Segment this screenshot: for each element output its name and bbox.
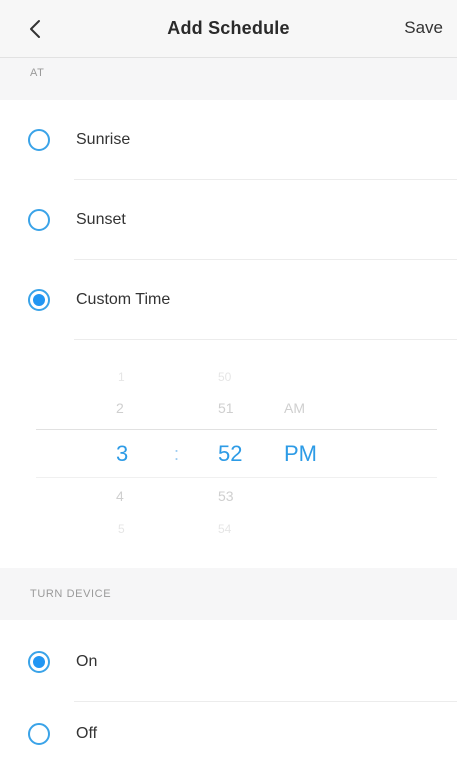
option-on[interactable]: On (0, 622, 457, 702)
back-button[interactable] (22, 16, 48, 42)
period-option[interactable]: AM (284, 400, 305, 416)
hour-option[interactable]: 1 (118, 370, 125, 384)
page-title: Add Schedule (167, 18, 290, 38)
picker-selection-line-bottom (36, 477, 437, 478)
option-label-custom-time: Custom Time (76, 291, 171, 308)
hour-option[interactable]: 5 (118, 522, 125, 536)
time-separator: : (174, 444, 180, 464)
minute-option[interactable]: 50 (218, 370, 231, 384)
option-label-sunrise: Sunrise (76, 131, 131, 148)
option-label-off: Off (76, 724, 98, 742)
minute-option[interactable]: 54 (218, 522, 231, 536)
radio-selected-dot (33, 656, 45, 668)
nav-bar: Add Schedule Save (0, 0, 457, 58)
save-button[interactable]: Save (404, 18, 443, 38)
hour-option[interactable]: 2 (116, 400, 124, 416)
picker-selection-line-top (36, 429, 437, 430)
radio-selected-dot (33, 294, 45, 306)
hour-selected[interactable]: 3 (116, 441, 128, 467)
option-sunset[interactable]: Sunset (0, 180, 457, 260)
time-picker[interactable]: 1 2 3 4 5 : 50 51 52 53 54 AM PM (0, 340, 457, 568)
radio-sunset[interactable] (28, 209, 50, 231)
radio-sunrise[interactable] (28, 129, 50, 151)
radio-off[interactable] (28, 722, 50, 745)
section-header-turn-device: TURN DEVICE (0, 568, 457, 620)
option-label-on: On (76, 653, 98, 670)
minute-option[interactable]: 51 (218, 400, 234, 416)
hour-option[interactable]: 4 (116, 488, 124, 504)
option-label-sunset: Sunset (76, 211, 126, 228)
chevron-left-icon (30, 20, 40, 38)
section-header-at: AT (0, 58, 457, 100)
minute-option[interactable]: 53 (218, 488, 234, 504)
option-sunrise[interactable]: Sunrise (0, 100, 457, 180)
option-off[interactable]: Off (0, 702, 457, 765)
minute-selected[interactable]: 52 (218, 441, 242, 467)
option-custom-time[interactable]: Custom Time (0, 260, 457, 340)
period-selected[interactable]: PM (284, 441, 317, 467)
radio-custom-time[interactable] (28, 289, 50, 311)
radio-on[interactable] (28, 651, 50, 673)
add-schedule-screen: Add Schedule Save AT Sunrise Sunset Cust… (0, 0, 457, 765)
